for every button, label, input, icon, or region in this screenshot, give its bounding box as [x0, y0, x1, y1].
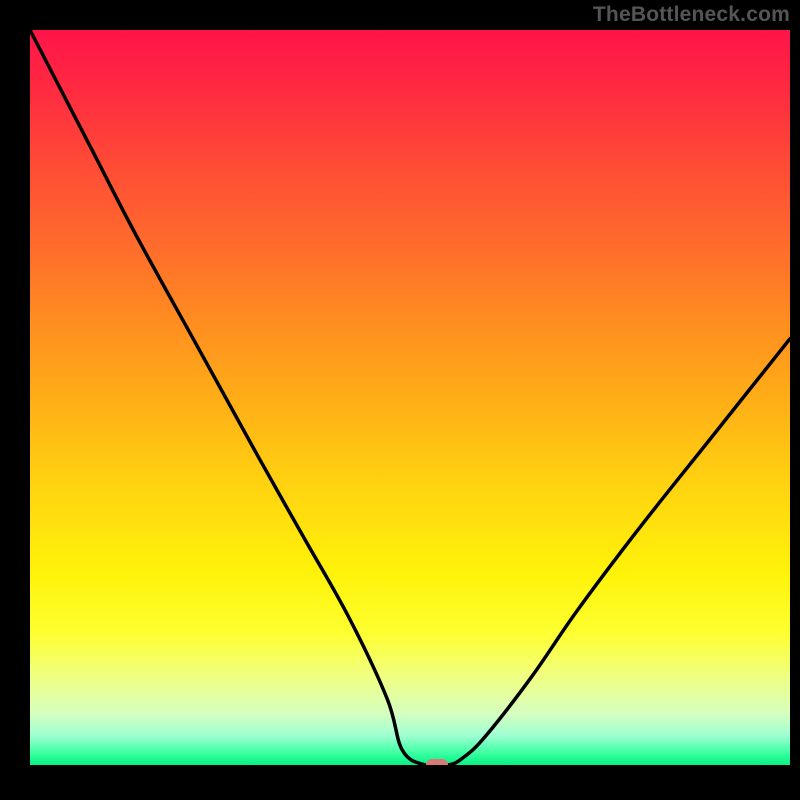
optimal-point-marker: [426, 759, 448, 765]
chart-curve-svg: [30, 30, 790, 765]
watermark-text: TheBottleneck.com: [593, 3, 790, 27]
bottleneck-curve-line: [30, 30, 790, 765]
chart-plot-area: [30, 30, 790, 765]
